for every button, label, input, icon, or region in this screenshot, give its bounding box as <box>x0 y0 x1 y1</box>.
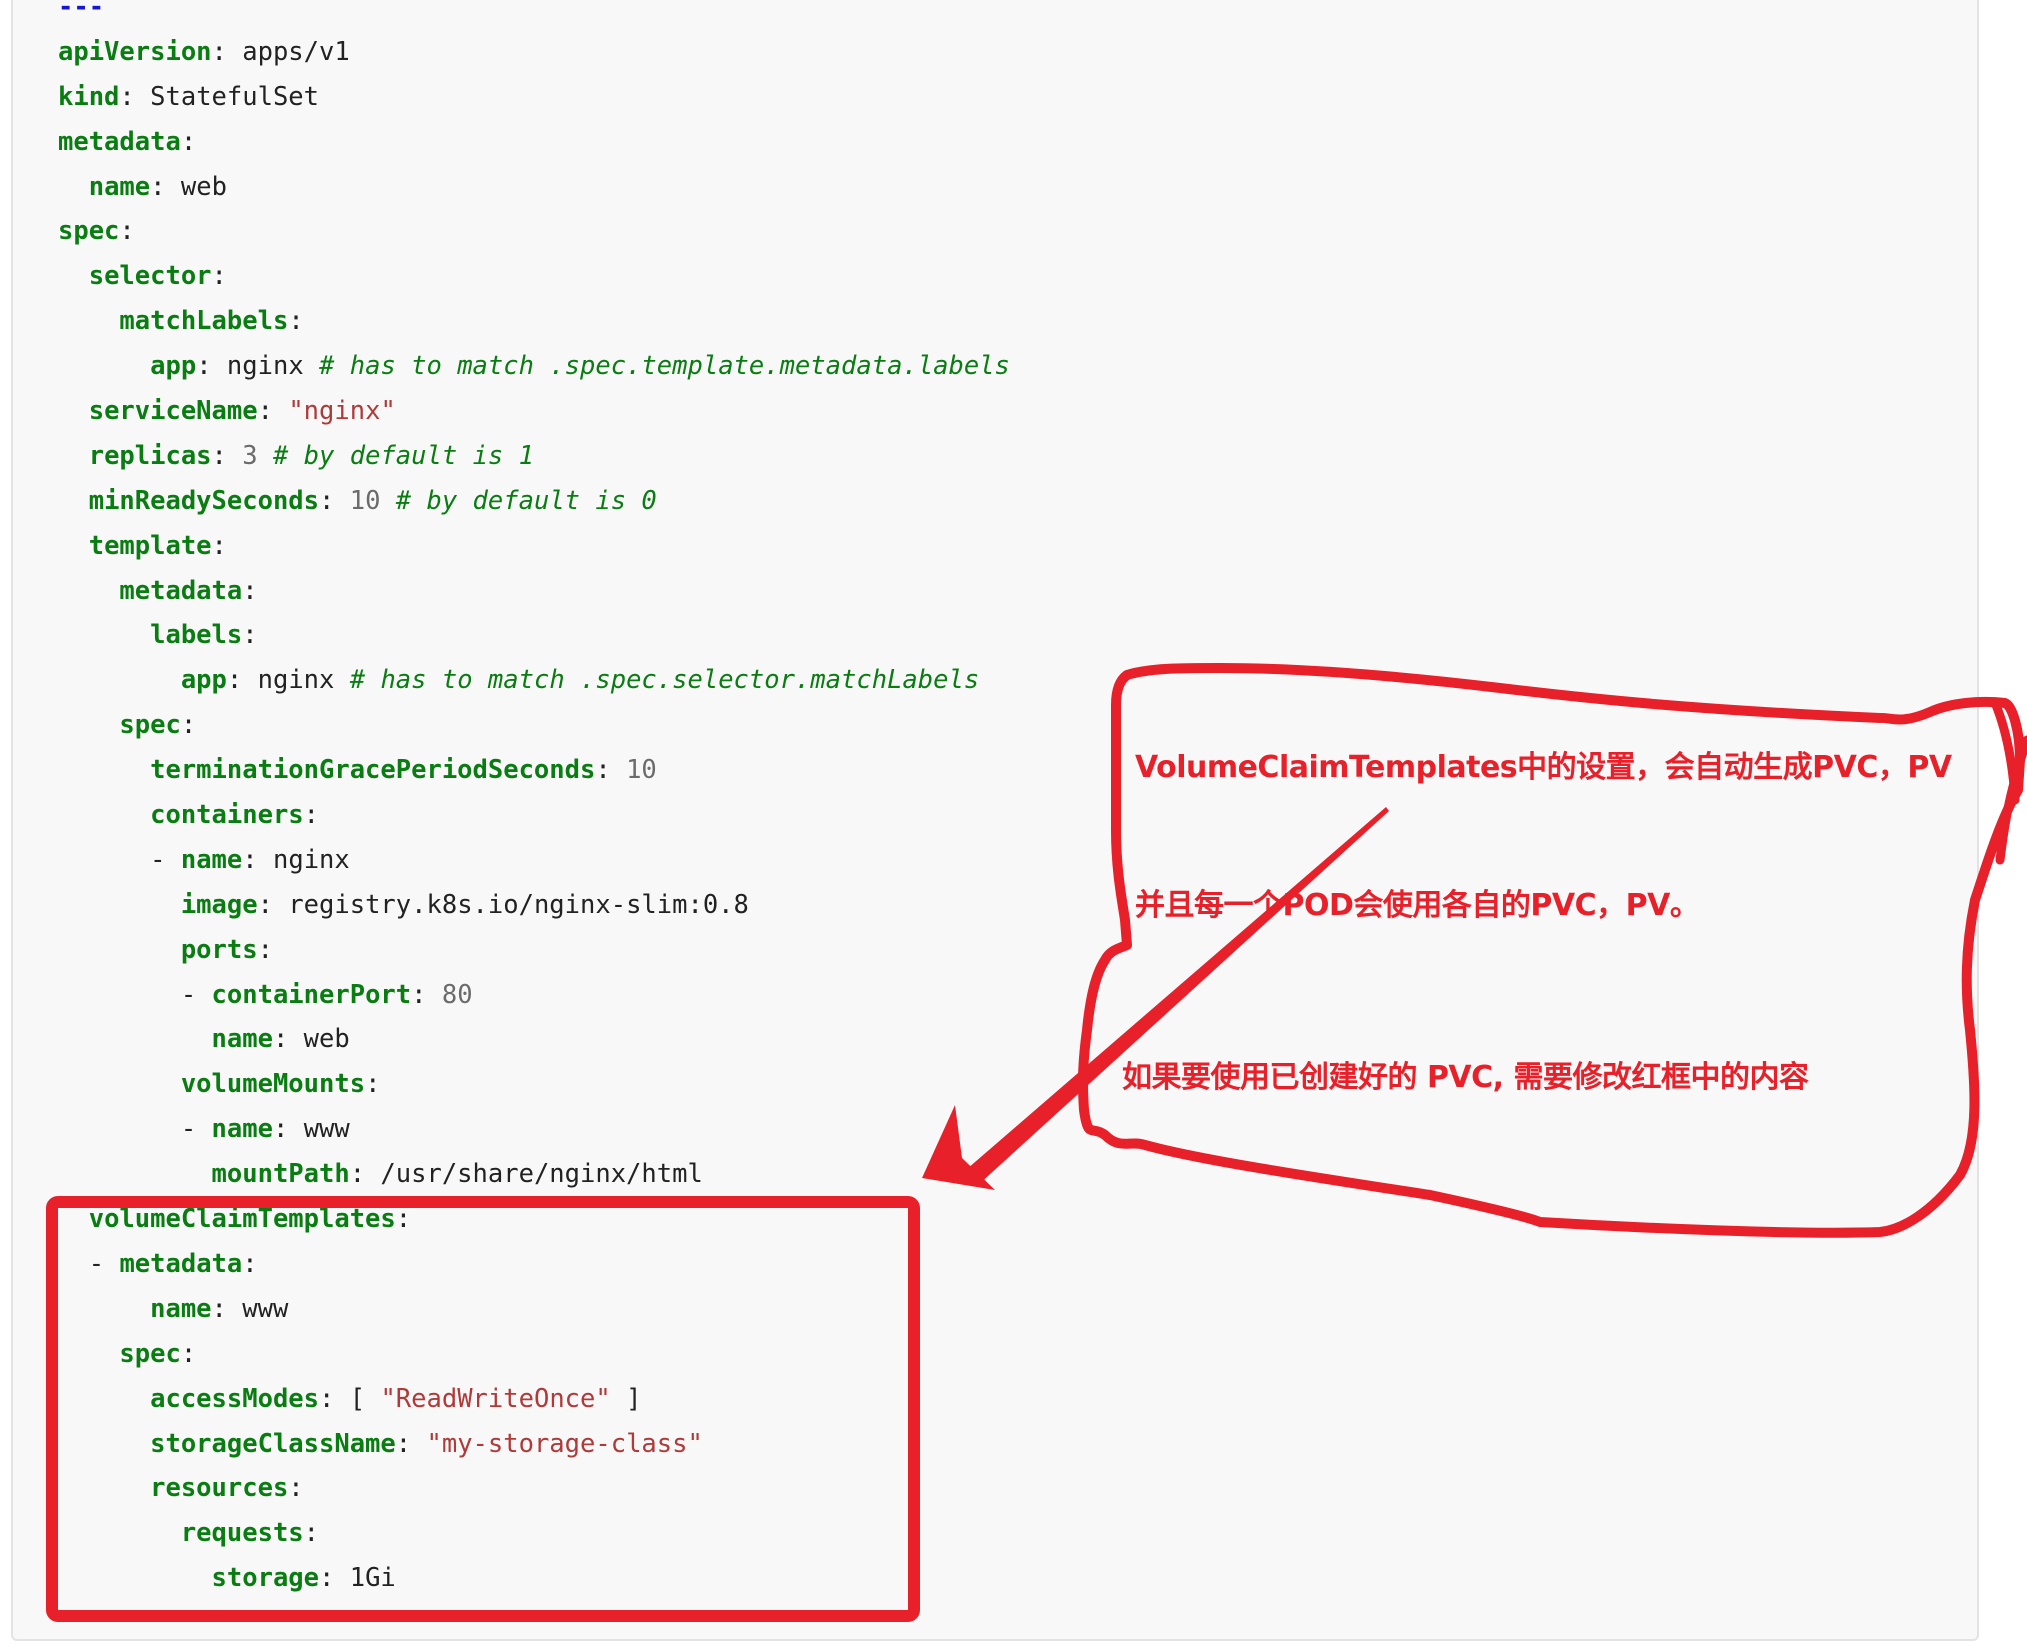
note-line-1: VolumeClaimTemplates中的设置，会自动生成PVC，PV <box>1135 750 1952 785</box>
note-line-3: 如果要使用已创建好的 PVC, 需要修改红框中的内容 <box>1122 1060 1809 1095</box>
annotation-overlay <box>46 663 2027 1622</box>
note-line-2: 并且每一个POD会使用各自的PVC，PV。 <box>1135 888 1700 923</box>
arrow-shaft <box>960 807 1389 1186</box>
highlight-box <box>46 1196 920 1622</box>
